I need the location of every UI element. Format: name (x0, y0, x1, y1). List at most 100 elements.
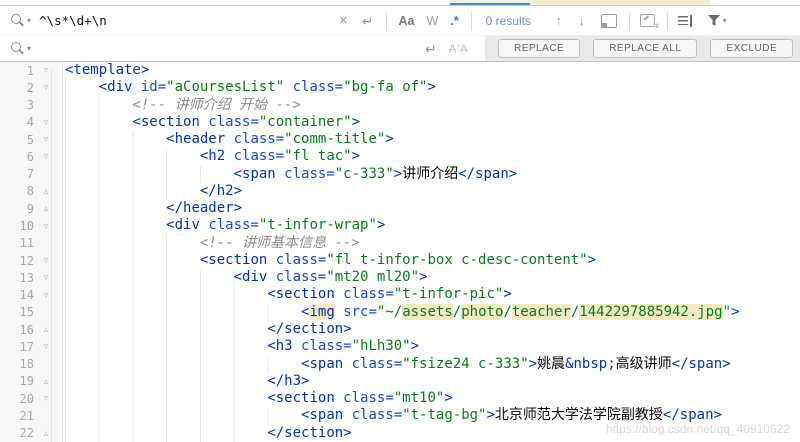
code-line[interactable]: </h3> (65, 372, 800, 391)
code-token: "aCoursesList" (166, 79, 285, 96)
select-all-occurrences-icon[interactable] (639, 14, 659, 30)
code-line[interactable]: <header class="comm-title"> (65, 131, 800, 149)
gutter-row[interactable]: 21 (0, 407, 62, 424)
search-icon[interactable] (10, 13, 25, 28)
fold-chevron-icon[interactable]: ▿ (34, 394, 58, 403)
replace-actions-panel: REPLACE REPLACE ALL EXCLUDE (485, 36, 800, 61)
replace-search-icon[interactable] (10, 41, 25, 56)
preserve-case-toggle[interactable]: A′A (449, 43, 469, 55)
gutter-row[interactable]: 2 ▿ (0, 79, 62, 96)
fold-chevron-icon[interactable]: ▿ (34, 273, 58, 282)
fold-chevron-icon[interactable]: ▵ (34, 376, 58, 386)
code-line[interactable]: <span class="t-tag-bg">北京师范大学法学院副教授</spa… (65, 407, 800, 425)
replace-history-chevron-icon[interactable]: ▾ (27, 44, 31, 53)
code-line[interactable]: <div class="t-infor-wrap"> (65, 217, 800, 235)
next-occurrence-icon[interactable]: ↓ (578, 13, 585, 28)
gutter-row[interactable]: 4 ▿ (0, 114, 62, 131)
insert-newline-icon[interactable]: ↵ (362, 14, 374, 28)
gutter-row[interactable]: 6 ▿ (0, 148, 62, 165)
fold-chevron-icon[interactable]: ▿ (34, 152, 58, 161)
code-line[interactable]: <!-- 讲师介绍 开始 --> (65, 96, 800, 114)
code-line[interactable]: <div class="mt20 ml20"> (65, 269, 800, 287)
fold-chevron-icon[interactable]: ▿ (34, 342, 58, 351)
gutter-row[interactable]: 5 ▿ (0, 131, 62, 148)
code-line[interactable]: </h2> (65, 182, 800, 201)
replace-input[interactable] (39, 40, 411, 58)
gutter-row[interactable]: 17 ▿ (0, 338, 62, 355)
gutter-row[interactable]: 18 (0, 356, 62, 373)
gutter-row[interactable]: 3 (0, 97, 62, 114)
fold-chevron-icon[interactable]: ▿ (34, 256, 58, 265)
code-line[interactable]: <!-- 讲师基本信息 --> (65, 234, 800, 252)
code-line[interactable]: <span class="fsize24 c-333">姚晨&nbsp;高级讲师… (65, 355, 800, 373)
gutter-row[interactable]: 8 ▵ (0, 183, 62, 200)
code-line[interactable]: <h2 class="fl tac"> (65, 148, 800, 166)
toolbar-separator (628, 11, 630, 30)
code-line[interactable]: <h3 class="hLh30"> (65, 338, 800, 356)
fold-chevron-icon[interactable]: ▿ (34, 290, 58, 300)
code-line[interactable]: <section class="t-infor-pic"> (65, 286, 800, 304)
code-line[interactable]: <section class="fl t-infor-box c-desc-co… (65, 251, 800, 270)
fold-chevron-icon[interactable]: ▿ (34, 221, 58, 231)
code-line[interactable]: <div id="aCoursesList" class="bg-fa of"> (65, 79, 800, 97)
fold-chevron-icon[interactable]: ▿ (34, 117, 58, 127)
code-line[interactable]: </section> (65, 320, 800, 339)
indent-guides (65, 148, 200, 166)
replace-newline-icon[interactable]: ↵ (425, 42, 437, 56)
fold-chevron-icon[interactable]: ▵ (34, 325, 58, 334)
code-lines[interactable]: <template> <div id="aCoursesList" class="… (65, 62, 800, 442)
gutter-row[interactable]: 20 ▿ (0, 390, 62, 407)
fold-chevron-icon[interactable]: ▵ (34, 204, 58, 213)
gutter-row[interactable]: 22 ▵ (0, 425, 62, 442)
code-token: <div (98, 79, 141, 96)
fold-chevron-icon[interactable]: ▵ (34, 186, 58, 196)
search-history-chevron-icon[interactable]: ▾ (27, 16, 31, 25)
code-line[interactable]: <span class="c-333">讲师介绍</span> (65, 165, 800, 183)
code-line[interactable]: <section class="mt10"> (65, 390, 800, 408)
gutter-row[interactable]: 13 ▿ (0, 269, 62, 286)
gutter-row[interactable]: 11 (0, 235, 62, 252)
code-token: <template> (65, 62, 150, 78)
whole-words-toggle[interactable]: W (427, 14, 439, 28)
gutter-row[interactable]: 9 ▵ (0, 200, 62, 217)
fold-chevron-icon[interactable]: ▿ (34, 83, 58, 92)
gutter-row[interactable]: 7 (0, 166, 62, 183)
code-token: "~/ (376, 303, 403, 320)
replace-button[interactable]: REPLACE (498, 39, 581, 58)
code-token: teacher (511, 303, 571, 320)
gutter-row[interactable]: 14 ▿ (0, 286, 62, 303)
code-line[interactable]: </header> (65, 200, 800, 218)
replace-all-button[interactable]: REPLACE ALL (593, 39, 698, 58)
gutter-row[interactable]: 16 ▵ (0, 321, 62, 338)
code-token: class= (343, 286, 394, 303)
exclude-button[interactable]: EXCLUDE (710, 39, 794, 58)
close-icon[interactable]: × (339, 13, 348, 28)
gutter-row[interactable]: 12 ▿ (0, 252, 62, 269)
code-line[interactable]: <img src="~/assets/photo/teacher/1442297… (65, 303, 800, 321)
code-line[interactable]: <template> (65, 62, 800, 79)
code-line[interactable]: </section> (65, 424, 800, 442)
search-input[interactable]: ^\s*\d+\n (39, 13, 339, 28)
multiline-search-icon[interactable] (677, 14, 693, 27)
gutter-row[interactable]: 15 (0, 304, 62, 321)
indent-guides (65, 131, 167, 149)
code-token: > (731, 303, 740, 320)
code-token: > (393, 165, 403, 182)
fold-chevron-icon[interactable]: ▿ (34, 135, 58, 144)
code-token: </header> (166, 200, 243, 217)
open-in-find-window-icon[interactable] (600, 13, 617, 28)
filter-search-results-icon[interactable]: ▾ (707, 14, 727, 27)
code-token: > (587, 251, 597, 268)
code-token: class= (284, 79, 344, 96)
gutter-row[interactable]: 1 ▿ (0, 62, 62, 79)
fold-chevron-icon[interactable]: ▵ (34, 428, 58, 438)
fold-chevron-icon[interactable]: ▿ (34, 66, 58, 75)
gutter-row[interactable]: 19 ▵ (0, 373, 62, 390)
code-editor[interactable]: 1 ▿ 2 ▿ 3 4 ▿ 5 ▿ 6 ▿ 7 8 ▵ 9 ▵ 10 ▿ 11 12 ▿ 13 ▿ 14 ▿ 15 16 ▵ 17 ▿ 18… (0, 62, 800, 442)
previous-occurrence-icon[interactable]: ↑ (556, 13, 563, 28)
code-token: "fsize24 c-333" (402, 355, 529, 372)
code-line[interactable]: <section class="container"> (65, 113, 800, 132)
gutter-row[interactable]: 10 ▿ (0, 217, 62, 234)
regex-toggle[interactable]: .* (450, 14, 458, 28)
match-case-toggle[interactable]: Aa (399, 14, 415, 28)
